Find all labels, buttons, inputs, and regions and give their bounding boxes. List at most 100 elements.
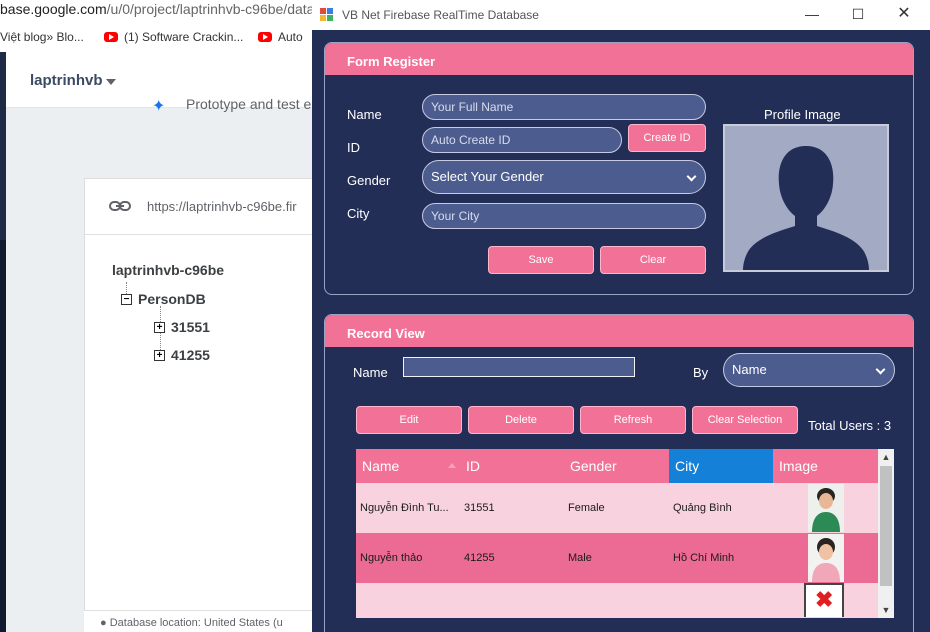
clear-selection-button[interactable]: Clear Selection bbox=[692, 406, 798, 434]
database-url[interactable]: https://laptrinhvb-c96be.fir bbox=[147, 199, 297, 214]
chevron-down-icon bbox=[686, 171, 697, 182]
bookmark-item[interactable]: (1) Software Crackin... bbox=[104, 30, 243, 44]
close-icon[interactable]: ✕ bbox=[892, 4, 916, 24]
cell-gender bbox=[564, 583, 669, 618]
column-header-id[interactable]: ID bbox=[460, 449, 564, 483]
record-view-title: Record View bbox=[347, 326, 425, 341]
profile-thumbnail bbox=[808, 534, 844, 582]
missing-image-icon: ✖ bbox=[804, 583, 844, 617]
cell-gender: Female bbox=[568, 502, 605, 514]
database-card: https://laptrinhvb-c96be.fir bbox=[84, 178, 315, 632]
tree-node-label: PersonDB bbox=[138, 291, 206, 307]
id-input[interactable] bbox=[422, 127, 622, 153]
address-domain: base.google.com bbox=[0, 1, 107, 17]
project-name[interactable]: laptrinhvb bbox=[30, 72, 103, 89]
maximize-icon[interactable]: ☐ bbox=[846, 4, 870, 24]
clear-button[interactable]: Clear bbox=[600, 246, 706, 274]
edit-button[interactable]: Edit bbox=[356, 406, 462, 434]
cell-city: Quảng Bình bbox=[673, 502, 732, 514]
bookmark-label: Việt blog» Blo... bbox=[0, 30, 84, 44]
profile-image-label: Profile Image bbox=[764, 107, 841, 122]
search-by-value: Name bbox=[732, 362, 767, 377]
city-input[interactable] bbox=[422, 203, 706, 229]
grid-vertical-scrollbar[interactable]: ▲ ▼ bbox=[878, 449, 894, 618]
column-header-name[interactable]: Name bbox=[356, 449, 460, 483]
chevron-down-icon bbox=[875, 364, 886, 375]
location-pin-icon: ● bbox=[100, 617, 107, 629]
scrollbar-thumb[interactable] bbox=[880, 466, 892, 586]
refresh-button[interactable]: Refresh bbox=[580, 406, 686, 434]
cell-name bbox=[356, 583, 460, 618]
sort-ascending-icon bbox=[448, 463, 456, 468]
cell-gender: Male bbox=[568, 552, 592, 564]
scroll-down-icon[interactable]: ▼ bbox=[878, 602, 894, 618]
profile-thumbnail bbox=[808, 484, 844, 532]
expand-icon[interactable]: + bbox=[154, 321, 165, 333]
cell-name: Nguyễn Đình Tu... bbox=[360, 502, 449, 514]
column-header-gender[interactable]: Gender bbox=[564, 449, 669, 483]
tree-node-persondb[interactable]: − PersonDB bbox=[121, 291, 206, 307]
sparkle-icon: ✦ bbox=[152, 98, 166, 115]
create-id-button[interactable]: Create ID bbox=[628, 124, 706, 152]
database-location-text: Database location: United States (u bbox=[109, 617, 283, 629]
cell-id: 31551 bbox=[464, 502, 495, 514]
id-label: ID bbox=[347, 140, 360, 155]
database-url-row: https://laptrinhvb-c96be.fir bbox=[85, 179, 315, 235]
title-bar[interactable]: VB Net Firebase RealTime Database — ☐ ✕ bbox=[312, 0, 930, 30]
grid-header-row: Name ID Gender City Image bbox=[356, 449, 878, 483]
expand-icon[interactable]: + bbox=[154, 349, 165, 361]
search-by-select[interactable]: Name bbox=[723, 353, 895, 387]
bookmark-label: Auto bbox=[278, 30, 303, 44]
youtube-icon bbox=[104, 32, 118, 42]
cell-city bbox=[669, 583, 773, 618]
bookmark-item[interactable]: Việt blog» Blo... bbox=[0, 30, 84, 44]
tree-node-41255[interactable]: + 41255 bbox=[154, 347, 210, 363]
name-input[interactable] bbox=[422, 94, 706, 120]
records-grid[interactable]: Name ID Gender City Image Nguyễn Đình Tu… bbox=[356, 449, 894, 618]
cell-name: Nguyễn thảo bbox=[360, 552, 423, 564]
table-row[interactable]: Nguyễn thảo 41255 Male Hồ Chí Minh bbox=[356, 533, 878, 583]
form-register-header: Form Register bbox=[325, 43, 913, 75]
database-location-footer: ● Database location: United States (u bbox=[84, 610, 314, 632]
person-silhouette-icon bbox=[725, 126, 887, 270]
profile-image[interactable] bbox=[723, 124, 889, 272]
window-title: VB Net Firebase RealTime Database bbox=[342, 8, 539, 22]
total-users-count: Total Users : 3 bbox=[808, 418, 892, 433]
name-label: Name bbox=[347, 107, 382, 122]
gender-label: Gender bbox=[347, 173, 391, 188]
table-row[interactable]: Nguyễn Đình Tu... 31551 Female Quảng Bìn… bbox=[356, 483, 878, 533]
by-label: By bbox=[693, 365, 709, 380]
prototype-text: Prototype and test e bbox=[186, 96, 312, 112]
address-path: /u/0/project/laptrinhvb-c96be/data bbox=[106, 1, 315, 17]
scroll-up-icon[interactable]: ▲ bbox=[878, 449, 894, 465]
tree-node-31551[interactable]: + 31551 bbox=[154, 319, 210, 335]
app-icon bbox=[320, 8, 334, 22]
address-bar[interactable]: base.google.com/u/0/project/laptrinhvb-c… bbox=[0, 0, 320, 20]
youtube-icon bbox=[258, 32, 272, 42]
collapse-icon[interactable]: − bbox=[121, 293, 132, 305]
bookmark-item[interactable]: Auto bbox=[258, 30, 303, 44]
gender-select[interactable]: Select Your Gender bbox=[422, 160, 706, 194]
minimize-icon[interactable]: — bbox=[800, 4, 824, 24]
column-header-label: Name bbox=[362, 458, 400, 474]
app-window: VB Net Firebase RealTime Database — ☐ ✕ … bbox=[312, 0, 930, 632]
search-name-input[interactable] bbox=[403, 357, 635, 377]
city-label: City bbox=[347, 206, 370, 221]
tree-root-node[interactable]: laptrinhvb-c96be bbox=[112, 262, 224, 278]
table-row[interactable] bbox=[356, 583, 878, 618]
bookmark-label: (1) Software Crackin... bbox=[124, 30, 244, 44]
record-view-header: Record View bbox=[325, 315, 913, 347]
bookmarks-bar: Việt blog» Blo... (1) Software Crackin..… bbox=[0, 26, 320, 50]
tree-node-label: 41255 bbox=[171, 347, 210, 363]
save-button[interactable]: Save bbox=[488, 246, 594, 274]
cell-id bbox=[460, 583, 564, 618]
link-icon bbox=[109, 197, 131, 218]
caret-down-icon[interactable] bbox=[106, 79, 116, 85]
cell-id: 41255 bbox=[464, 552, 495, 564]
form-register-title: Form Register bbox=[347, 54, 436, 69]
tree-node-label: 31551 bbox=[171, 319, 210, 335]
search-name-label: Name bbox=[353, 365, 388, 380]
delete-button[interactable]: Delete bbox=[468, 406, 574, 434]
column-header-city[interactable]: City bbox=[669, 449, 773, 483]
column-header-image[interactable]: Image bbox=[773, 449, 878, 483]
